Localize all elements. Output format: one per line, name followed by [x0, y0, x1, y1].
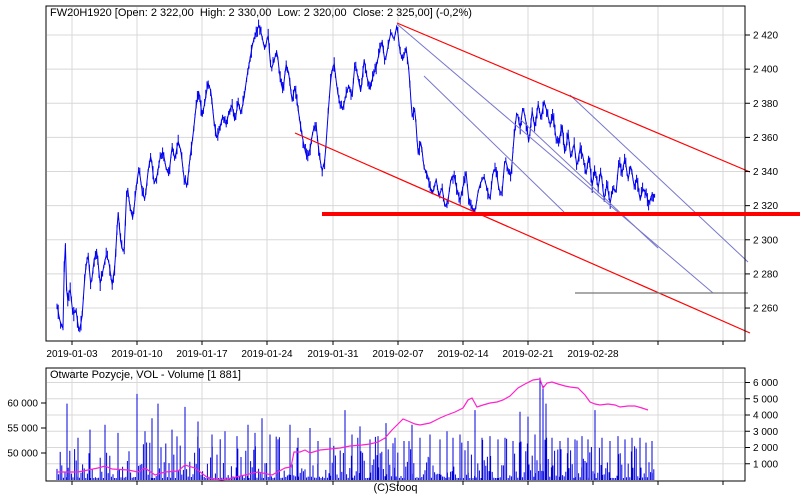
- date-axis-label: 2019-01-24: [241, 349, 293, 360]
- date-axis-label: 2019-01-17: [176, 349, 228, 360]
- price-axis-label: 2 260: [753, 304, 778, 315]
- axes: 2 420 2 400 2 380 2 360 2 340 2 320 2 300 2 280…: [7, 31, 778, 485]
- price-axis-label: 2 360: [753, 133, 778, 144]
- date-axis-label: 2019-02-07: [372, 349, 424, 360]
- price-axis-label: 2 340: [753, 167, 778, 178]
- date-axis-label: 2019-02-28: [567, 349, 619, 360]
- open-interest-axis-label: 55 000: [7, 424, 38, 435]
- chart-canvas: 2 420 2 400 2 380 2 360 2 340 2 320 2 300 2 280…: [7, 5, 800, 485]
- open-interest-axis-label: 50 000: [7, 449, 38, 460]
- copyright-label: (C)Stooq: [373, 482, 418, 494]
- date-axis-label: 2019-02-14: [437, 349, 489, 360]
- open-interest-axis-label: 60 000: [7, 399, 38, 410]
- price-axis-label: 2 380: [753, 99, 778, 110]
- volume-axis-label: 6 000: [753, 378, 778, 389]
- price-series: [56, 19, 656, 333]
- price-axis-label: 2 280: [753, 269, 778, 280]
- panel-frames: [45, 5, 746, 482]
- volume-axis-label: 2 000: [753, 443, 778, 454]
- price-axis-label: 2 420: [753, 31, 778, 42]
- volume-axis-label: 4 000: [753, 411, 778, 422]
- main-panel-frame: [45, 5, 746, 342]
- volume-panel-title: Otwarte Pozycje, VOL - Volume [1 881]: [50, 369, 241, 381]
- date-axis-label: 2019-01-31: [307, 349, 359, 360]
- date-axis-label: 2019-01-03: [46, 349, 98, 360]
- volume-axis-label: 3 000: [753, 427, 778, 438]
- volume-axis-label: 5 000: [753, 394, 778, 405]
- price-axis-label: 2 400: [753, 65, 778, 76]
- price-axis-label: 2 320: [753, 201, 778, 212]
- date-axis-label: 2019-01-10: [111, 349, 163, 360]
- gridlines: [47, 7, 744, 480]
- date-axis-label: 2019-02-21: [502, 349, 554, 360]
- volume-bars: [56, 377, 655, 480]
- volume-axis-label: 1 000: [753, 459, 778, 470]
- stooq-chart-window: 2 420 2 400 2 380 2 360 2 340 2 320 2 300 2 280…: [0, 0, 800, 500]
- price-axis-label: 2 300: [753, 235, 778, 246]
- chart-title: FW20H1920 [Open: 2 322,00 High: 2 330,00…: [50, 7, 472, 19]
